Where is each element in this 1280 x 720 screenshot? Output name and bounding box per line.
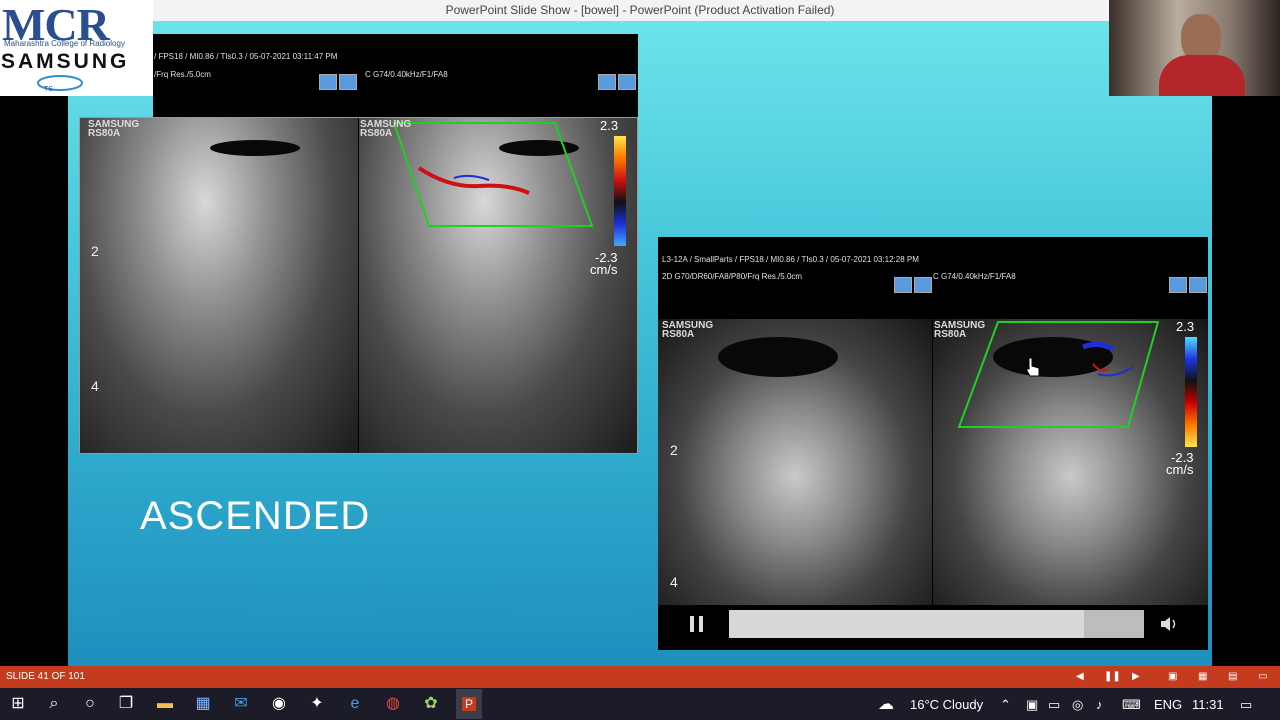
samsung-logo: SAMSUNG bbox=[1, 50, 130, 73]
chrome-icon[interactable]: ◍ bbox=[382, 693, 404, 715]
color-scale-bar bbox=[614, 136, 626, 246]
volume-tray-icon[interactable]: ♪ bbox=[1096, 697, 1103, 712]
notification-icon[interactable]: ▭ bbox=[1240, 697, 1252, 713]
device-label-right: SAMSUNG RS80A bbox=[934, 320, 986, 340]
device-label-left: SAMSUNG RS80A bbox=[662, 320, 714, 340]
device-label-right: SAMSUNG RS80A bbox=[360, 119, 412, 139]
mouse-pointer-icon bbox=[1025, 357, 1040, 377]
file-explorer-icon[interactable]: ▬ bbox=[154, 693, 176, 715]
ts-logo-icon: TS bbox=[37, 75, 83, 93]
keyboard-icon[interactable]: ⌨ bbox=[1122, 697, 1141, 713]
battery-icon[interactable]: ▭ bbox=[1048, 697, 1060, 713]
probe-icon bbox=[339, 74, 357, 90]
pause-icon[interactable] bbox=[686, 612, 708, 636]
weather-icon[interactable]: ☁ bbox=[878, 694, 894, 714]
app-icon-2[interactable]: ✿ bbox=[420, 693, 442, 715]
depth-marker-4: 4 bbox=[91, 378, 99, 394]
powerpoint-icon[interactable]: P bbox=[456, 689, 482, 719]
tray-app-icon[interactable]: ▣ bbox=[1026, 697, 1038, 713]
velocity-min: -2.3 cm/s bbox=[590, 250, 618, 277]
bmode-left bbox=[658, 319, 932, 605]
depth-marker-2: 2 bbox=[91, 243, 99, 259]
velocity-max: 2.3 bbox=[600, 118, 619, 133]
us-header-line1: L3-12A / SmallParts / FPS18 / MI0.86 / T… bbox=[662, 255, 919, 264]
ultrasound-video[interactable]: L3-12A / SmallParts / FPS18 / MI0.86 / T… bbox=[658, 237, 1208, 650]
probe-icon bbox=[894, 277, 912, 293]
device-label-left: SAMSUNG RS80A bbox=[88, 119, 140, 139]
us-header-line3: C G74/0.40kHz/F1/FA8 bbox=[365, 70, 448, 79]
video-seek-progress bbox=[729, 610, 1084, 638]
previous-icon[interactable]: ◀ bbox=[1076, 666, 1084, 688]
color-scale-bar bbox=[1185, 337, 1197, 447]
logo-panel: MCR Maharashtra College of Radiology SAM… bbox=[0, 0, 153, 96]
media-icon[interactable]: ◉ bbox=[268, 693, 290, 715]
network-icon[interactable]: ◎ bbox=[1072, 697, 1083, 713]
store-icon[interactable]: ▦ bbox=[192, 693, 214, 715]
letterbox-right bbox=[1212, 96, 1280, 666]
edge-icon[interactable]: e bbox=[344, 693, 366, 715]
volume-icon[interactable] bbox=[1158, 614, 1180, 634]
probe-icon bbox=[914, 277, 932, 293]
weather-text[interactable]: 16°C Cloudy bbox=[910, 697, 983, 712]
slide-label: ASCENDED bbox=[140, 494, 371, 538]
us-header-line2: /Frq Res./5.0cm bbox=[154, 70, 211, 79]
probe-icon bbox=[1169, 277, 1187, 293]
task-view-icon[interactable]: ❐ bbox=[115, 693, 137, 715]
velocity-min: -2.3 cm/s bbox=[1166, 450, 1194, 477]
slideshow-status-bar: SLIDE 41 OF 101 ◀ ❚❚ ▶ ▣ ▦ ▤ ▭ bbox=[0, 666, 1280, 688]
letterbox-left bbox=[0, 21, 68, 666]
ultrasound-image-top: SAMSUNG RS80A SAMSUNG RS80A 2.3 -2.3 cm/… bbox=[79, 117, 638, 454]
doppler-right bbox=[359, 118, 637, 453]
next-icon[interactable]: ▶ bbox=[1132, 666, 1140, 688]
reading-view-icon[interactable]: ▤ bbox=[1228, 666, 1237, 688]
svg-text:TS: TS bbox=[44, 86, 53, 93]
slide-sorter-icon[interactable]: ▦ bbox=[1198, 666, 1207, 688]
bmode-left bbox=[80, 118, 358, 453]
normal-view-icon[interactable]: ▣ bbox=[1168, 666, 1177, 688]
probe-icon bbox=[1189, 277, 1207, 293]
mcr-logo-subtitle: Maharashtra College of Radiology bbox=[4, 39, 125, 48]
depth-marker-4: 4 bbox=[670, 574, 678, 590]
presenter-webcam bbox=[1109, 0, 1280, 96]
slide-counter: SLIDE 41 OF 101 bbox=[6, 671, 85, 682]
window-title: PowerPoint Slide Show - [bowel] - PowerP… bbox=[0, 0, 1280, 21]
us-header-line3: C G74/0.40kHz/F1/FA8 bbox=[933, 272, 1016, 281]
probe-icon bbox=[319, 74, 337, 90]
velocity-max: 2.3 bbox=[1176, 319, 1195, 334]
probe-icon bbox=[598, 74, 616, 90]
bowel-lumen bbox=[210, 140, 300, 156]
pause-slideshow-icon[interactable]: ❚❚ bbox=[1104, 666, 1121, 688]
clock[interactable]: 11:31 bbox=[1192, 697, 1224, 712]
us-header-line1: / FPS18 / MI0.86 / TIs0.3 / 05-07-2021 0… bbox=[154, 52, 338, 61]
language-indicator[interactable]: ENG bbox=[1154, 697, 1182, 712]
doppler-roi bbox=[392, 122, 594, 227]
ultrasound-panel-top: / FPS18 / MI0.86 / TIs0.3 / 05-07-2021 0… bbox=[153, 34, 638, 118]
windows-start-icon[interactable]: ⊞ bbox=[7, 693, 29, 715]
cortana-icon[interactable]: ○ bbox=[79, 693, 101, 715]
slideshow-view-icon[interactable]: ▭ bbox=[1258, 666, 1267, 688]
app-icon[interactable]: ✦ bbox=[306, 693, 328, 715]
chevron-up-icon[interactable]: ⌃ bbox=[1000, 697, 1011, 713]
search-icon[interactable]: ⌕ bbox=[43, 693, 65, 715]
bowel-lumen bbox=[718, 337, 838, 377]
mail-icon[interactable]: ✉ bbox=[230, 693, 252, 715]
probe-icon bbox=[618, 74, 636, 90]
depth-marker-2: 2 bbox=[670, 442, 678, 458]
presenter-body bbox=[1159, 55, 1245, 96]
us-header-line2: 2D G70/DR60/FA8/P80/Frq Res./5.0cm bbox=[662, 272, 803, 281]
